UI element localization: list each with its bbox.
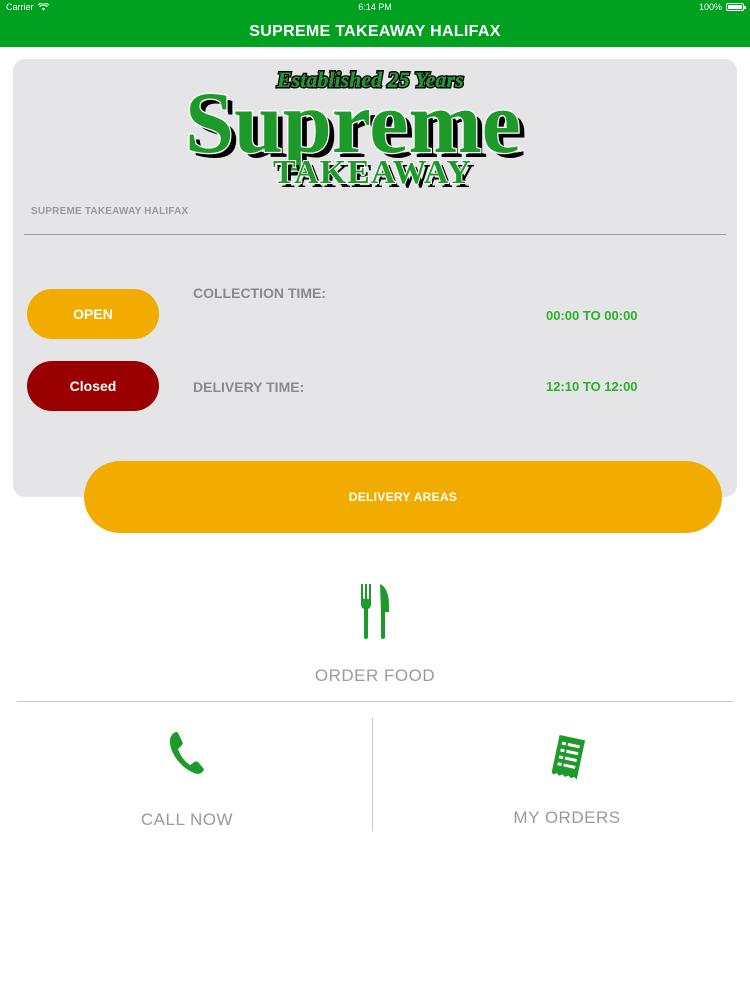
my-orders-label: MY ORDERS [513, 808, 621, 827]
cutlery-icon [361, 584, 389, 639]
phone-icon [169, 732, 204, 774]
status-time: 6:14 PM [358, 2, 392, 12]
collection-time-value: 00:00 TO 00:00 [546, 308, 638, 323]
receipt-icon [551, 735, 586, 780]
order-food-button[interactable]: ORDER FOOD [300, 580, 450, 690]
nav-bar: SUPREME TAKEAWAY HALIFAX [0, 16, 750, 47]
call-now-label: CALL NOW [140, 810, 234, 829]
delivery-time-value: 12:10 TO 12:00 [546, 379, 638, 394]
card-divider [24, 234, 726, 235]
status-bar: Carrier 6:14 PM 100% [0, 0, 750, 16]
supreme-takeaway-logo: Established 25 Years Established 25 Year… [185, 66, 527, 191]
delivery-time-label: DELIVERY TIME: [193, 379, 305, 395]
my-orders-button[interactable]: MY ORDERS [497, 735, 637, 835]
order-food-label: ORDER FOOD [314, 666, 436, 685]
logo-sub: TAKEAWAY [273, 154, 472, 190]
menu-vertical-divider [372, 718, 373, 831]
collection-status-badge: OPEN [27, 289, 159, 339]
menu-horizontal-divider [17, 701, 733, 702]
collection-time-label: COLLECTION TIME: [193, 285, 326, 301]
battery-icon [726, 3, 746, 11]
store-name: SUPREME TAKEAWAY HALIFAX [31, 206, 189, 217]
delivery-areas-button[interactable]: DELIVERY AREAS [84, 461, 722, 533]
page-title: SUPREME TAKEAWAY HALIFAX [249, 23, 501, 40]
battery-percent: 100% [698, 2, 722, 12]
delivery-status-badge: Closed [27, 361, 159, 411]
call-now-button[interactable]: CALL NOW [120, 730, 254, 830]
